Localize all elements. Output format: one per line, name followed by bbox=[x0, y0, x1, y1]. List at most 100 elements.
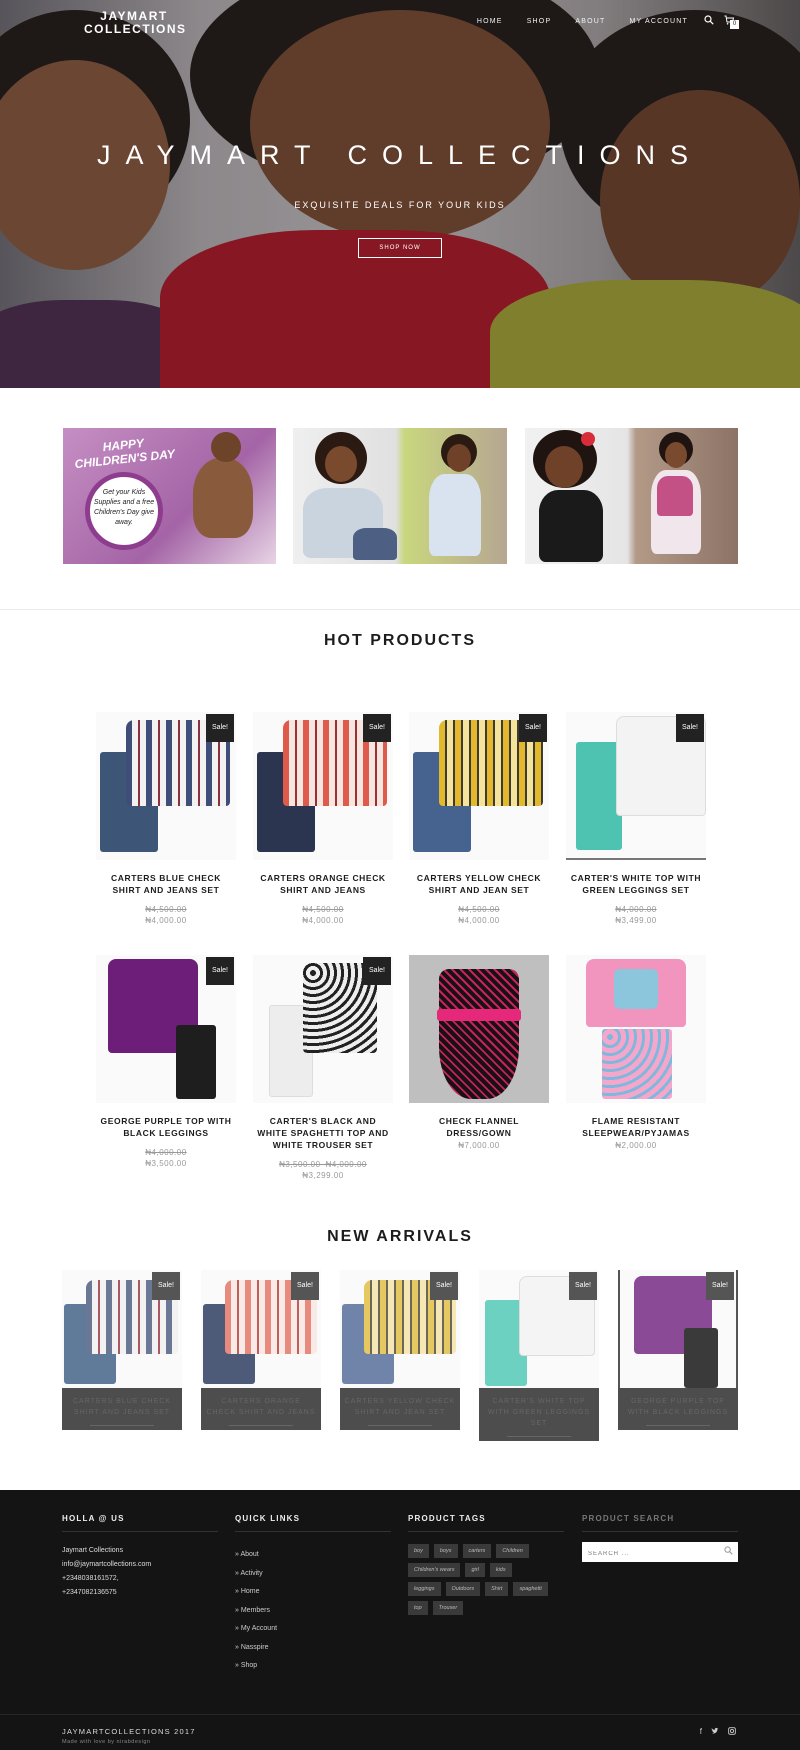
kid4-face bbox=[665, 442, 687, 468]
instagram-icon[interactable] bbox=[728, 1727, 736, 1737]
tag[interactable]: carters bbox=[462, 1544, 492, 1558]
quick-link[interactable]: » Home bbox=[235, 1583, 391, 1602]
arrival-card[interactable]: Sale! CARTERS BLUE CHECK SHIRT AND JEANS… bbox=[62, 1270, 182, 1430]
arrival-image[interactable]: Sale! bbox=[618, 1270, 738, 1388]
product-price: ₦3,500.00 bbox=[145, 1159, 187, 1168]
product-image[interactable] bbox=[409, 955, 549, 1103]
cart-count-badge: 0 bbox=[730, 20, 739, 29]
nav-home[interactable]: HOME bbox=[477, 18, 503, 25]
caption-underline bbox=[90, 1425, 154, 1426]
shop-now-button[interactable]: SHOP NOW bbox=[358, 238, 442, 258]
product-card[interactable]: Sale! CARTERS YELLOW CHECK SHIRT AND JEA… bbox=[409, 712, 549, 925]
quick-link[interactable]: » Members bbox=[235, 1602, 391, 1621]
sale-badge: Sale! bbox=[569, 1272, 597, 1300]
arrival-image[interactable]: Sale! bbox=[479, 1270, 599, 1388]
product-name[interactable]: CARTERS YELLOW CHECK SHIRT AND JEAN SET bbox=[409, 872, 549, 896]
arrival-caption: CARTERS BLUE CHECK SHIRT AND JEANS SET bbox=[62, 1388, 182, 1430]
product-image[interactable]: Sale! bbox=[96, 712, 236, 860]
quick-link[interactable]: » Nasspire bbox=[235, 1639, 391, 1658]
sale-badge: Sale! bbox=[676, 714, 704, 742]
facebook-icon[interactable]: f bbox=[700, 1727, 702, 1737]
product-price: ₦2,000.00 bbox=[615, 1141, 657, 1150]
pyjama-bottom-image bbox=[602, 1029, 672, 1099]
arrival-card[interactable]: Sale! GEORGE PURPLE TOP WITH BLACK LEGGI… bbox=[618, 1270, 738, 1430]
arrival-caption: CARTERS YELLOW CHECK SHIRT AND JEAN SET bbox=[340, 1388, 460, 1430]
product-name[interactable]: CARTERS BLUE CHECK SHIRT AND JEANS SET bbox=[96, 872, 236, 896]
tag[interactable]: top bbox=[408, 1601, 428, 1615]
footer-product-tags: PRODUCT TAGS boy boys carters Children C… bbox=[408, 1514, 564, 1615]
arrival-image[interactable]: Sale! bbox=[340, 1270, 460, 1388]
nav-my-account[interactable]: MY ACCOUNT bbox=[629, 18, 688, 25]
caption-underline bbox=[507, 1436, 571, 1437]
product-price: ₦7,000.00 bbox=[458, 1141, 500, 1150]
product-search-input[interactable] bbox=[582, 1544, 712, 1564]
nav-about[interactable]: ABOUT bbox=[575, 18, 605, 25]
product-name[interactable]: FLAME RESISTANT SLEEPWEAR/PYJAMAS bbox=[566, 1115, 706, 1139]
tag[interactable]: kids bbox=[489, 1563, 512, 1577]
product-card[interactable]: Sale! CARTER'S WHITE TOP WITH GREEN LEGG… bbox=[566, 712, 706, 925]
tag[interactable]: Outdoors bbox=[445, 1582, 481, 1596]
product-card[interactable]: Sale! CARTER'S BLACK AND WHITE SPAGHETTI… bbox=[253, 955, 393, 1180]
tag[interactable]: girl bbox=[465, 1563, 485, 1577]
product-image[interactable]: Sale! bbox=[566, 712, 706, 860]
product-old-price: ₦3,500.00–₦4,000.00 bbox=[279, 1160, 367, 1169]
quick-links-list: » About » Activity » Home » Members » My… bbox=[235, 1546, 391, 1676]
product-image[interactable] bbox=[566, 955, 706, 1103]
tag[interactable]: boy bbox=[408, 1544, 429, 1558]
arrival-card[interactable]: Sale! CARTERS ORANGE CHECK SHIRT AND JEA… bbox=[201, 1270, 321, 1430]
company-name: Jaymart Collections bbox=[62, 1547, 124, 1554]
product-card[interactable]: CHECK FLANNEL DRESS/GOWN ₦7,000.00 bbox=[409, 955, 549, 1150]
promo-kids-photo-1[interactable] bbox=[293, 428, 507, 564]
promo-childrens-day[interactable]: HAPPY CHILDREN'S DAY Get your Kids Suppl… bbox=[63, 428, 276, 564]
product-card[interactable]: Sale! CARTERS BLUE CHECK SHIRT AND JEANS… bbox=[96, 712, 236, 925]
tag[interactable]: Children bbox=[496, 1544, 529, 1558]
product-image[interactable]: Sale! bbox=[96, 955, 236, 1103]
arrival-image[interactable]: Sale! bbox=[62, 1270, 182, 1388]
kid3-top bbox=[539, 490, 603, 562]
new-arrivals-title: NEW ARRIVALS bbox=[327, 1228, 473, 1245]
product-card[interactable]: FLAME RESISTANT SLEEPWEAR/PYJAMAS ₦2,000… bbox=[566, 955, 706, 1150]
product-card[interactable]: Sale! GEORGE PURPLE TOP WITH BLACK LEGGI… bbox=[96, 955, 236, 1168]
product-price: ₦4,000.00 bbox=[458, 916, 500, 925]
contact-email[interactable]: info@jaymartcollections.com bbox=[62, 1558, 218, 1572]
search-icon[interactable] bbox=[704, 15, 714, 28]
product-image[interactable]: Sale! bbox=[253, 955, 393, 1103]
sale-badge: Sale! bbox=[291, 1272, 319, 1300]
quick-link[interactable]: » My Account bbox=[235, 1620, 391, 1639]
tag[interactable]: Shirt bbox=[485, 1582, 509, 1596]
product-image[interactable]: Sale! bbox=[253, 712, 393, 860]
twitter-icon[interactable] bbox=[711, 1727, 719, 1737]
baby-head-image bbox=[211, 432, 241, 462]
section-divider bbox=[0, 609, 800, 610]
product-image[interactable]: Sale! bbox=[409, 712, 549, 860]
product-name[interactable]: GEORGE PURPLE TOP WITH BLACK LEGGINGS bbox=[96, 1115, 236, 1139]
product-card[interactable]: Sale! CARTERS ORANGE CHECK SHIRT AND JEA… bbox=[253, 712, 393, 925]
quick-link-label: Home bbox=[240, 1588, 260, 1595]
product-name[interactable]: CARTER'S BLACK AND WHITE SPAGHETTI TOP A… bbox=[253, 1115, 393, 1151]
product-name[interactable]: CARTER'S WHITE TOP WITH GREEN LEGGINGS S… bbox=[566, 872, 706, 896]
leggings-image bbox=[684, 1328, 718, 1388]
nav-shop[interactable]: SHOP bbox=[527, 18, 552, 25]
arrival-card[interactable]: Sale! CARTER'S WHITE TOP WITH GREEN LEGG… bbox=[479, 1270, 599, 1441]
tag[interactable]: spaghetti bbox=[513, 1582, 548, 1596]
search-icon[interactable] bbox=[724, 1546, 733, 1557]
product-old-price: ₦4,000.00 bbox=[145, 1148, 187, 1157]
arrival-image[interactable]: Sale! bbox=[201, 1270, 321, 1388]
tag[interactable]: Children's wears bbox=[408, 1563, 461, 1577]
promo-kids-photo-2[interactable] bbox=[525, 428, 738, 564]
product-search-box bbox=[582, 1542, 738, 1564]
sale-badge: Sale! bbox=[706, 1272, 734, 1300]
tag[interactable]: leggings bbox=[408, 1582, 441, 1596]
quick-link[interactable]: » About bbox=[235, 1546, 391, 1565]
arrival-card[interactable]: Sale! CARTERS YELLOW CHECK SHIRT AND JEA… bbox=[340, 1270, 460, 1430]
quick-link[interactable]: » Activity bbox=[235, 1565, 391, 1584]
product-name[interactable]: CHECK FLANNEL DRESS/GOWN bbox=[409, 1115, 549, 1139]
tag[interactable]: boys bbox=[433, 1544, 458, 1558]
site-logo[interactable]: JAYMART COLLECTIONS bbox=[84, 10, 185, 36]
quick-link[interactable]: » Shop bbox=[235, 1657, 391, 1676]
sale-badge: Sale! bbox=[206, 957, 234, 985]
hero-overlay bbox=[0, 0, 800, 388]
tag[interactable]: Trouser bbox=[432, 1601, 464, 1615]
product-name[interactable]: CARTERS ORANGE CHECK SHIRT AND JEANS bbox=[253, 872, 393, 896]
quick-link-label: Members bbox=[240, 1606, 271, 1614]
